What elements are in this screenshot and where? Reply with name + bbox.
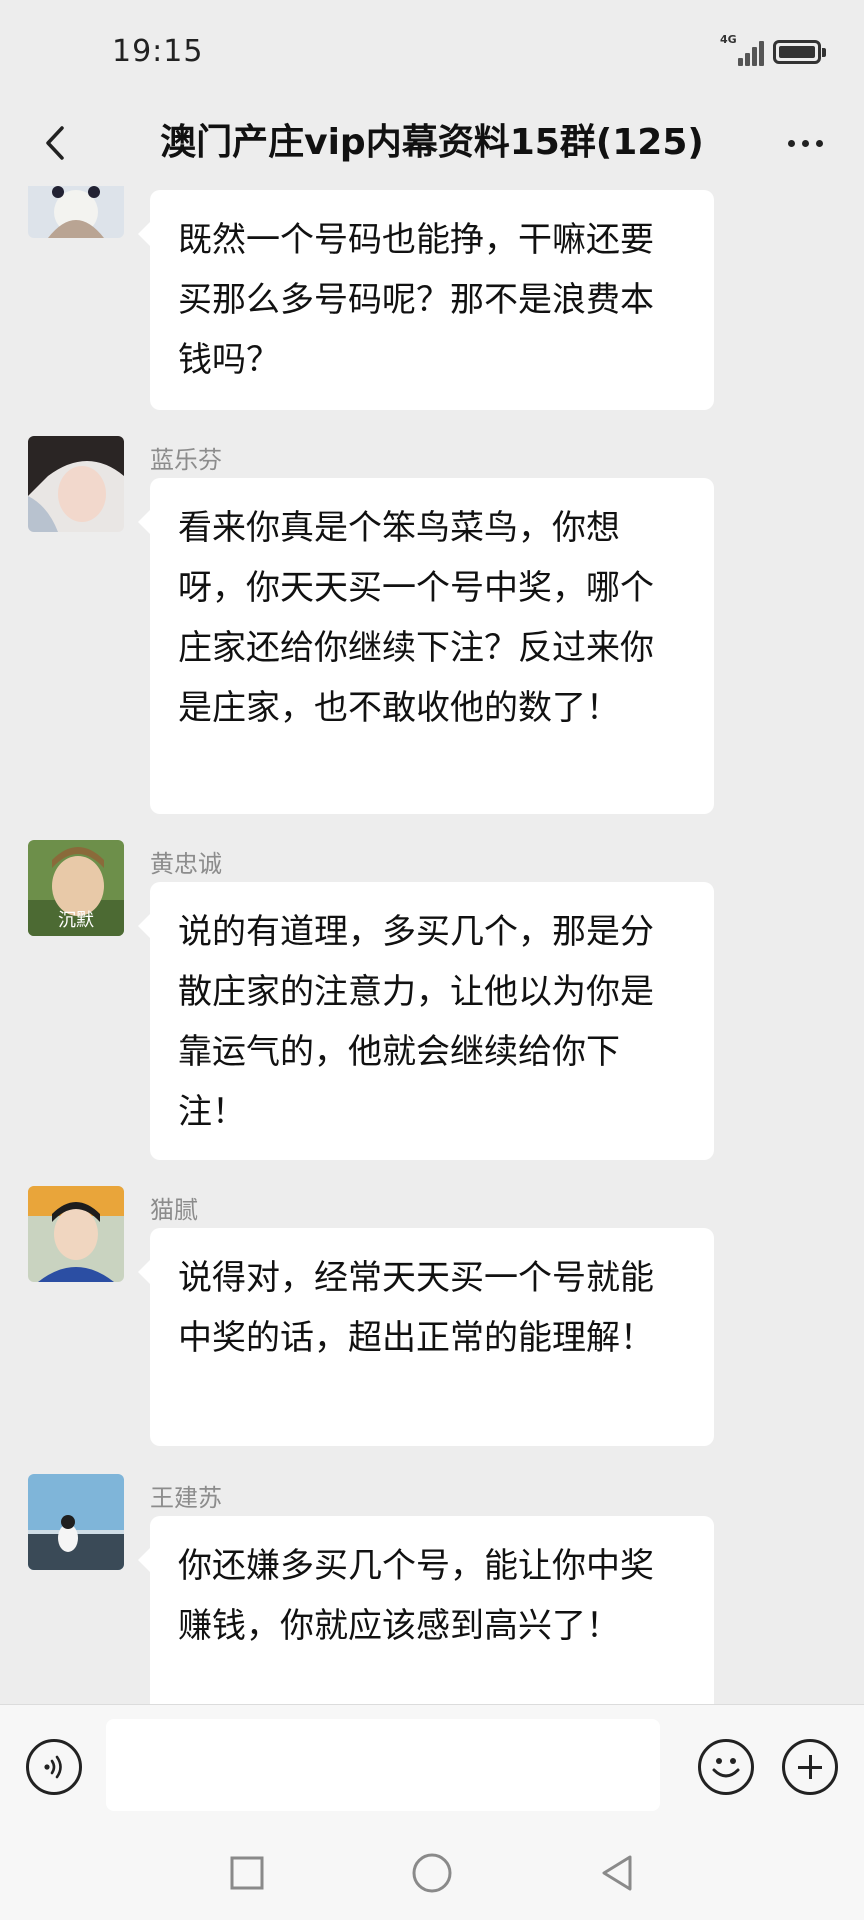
message-bubble[interactable]: 说的有道理，多买几个，那是分散庄家的注意力，让他以为你是靠运气的，他就会继续给你… bbox=[138, 882, 714, 1160]
more-dots-icon bbox=[815, 139, 823, 147]
signal-bar bbox=[759, 41, 764, 66]
sender-name: 猫腻 bbox=[150, 1196, 198, 1224]
message-input[interactable] bbox=[106, 1719, 660, 1811]
message-text: 既然一个号码也能挣，干嘛还要买那么多号码呢？那不是浪费本钱吗？ bbox=[178, 220, 654, 380]
network-type-label: 4G bbox=[720, 33, 737, 46]
message-text: 说得对，经常天天买一个号就能中奖的话，超出正常的能理解！ bbox=[178, 1258, 654, 1358]
more-dots-icon bbox=[801, 139, 809, 147]
more-dots-icon bbox=[787, 139, 795, 147]
voice-button[interactable] bbox=[26, 1739, 82, 1795]
plus-button[interactable] bbox=[782, 1739, 838, 1795]
title-bar: 澳门产庄vip内幕资料15群(125) bbox=[0, 100, 864, 186]
sender-name: 黄忠诚 bbox=[150, 850, 222, 878]
triangle-back-icon bbox=[602, 1855, 632, 1891]
avatar-image bbox=[28, 436, 124, 532]
recents-button[interactable] bbox=[220, 1846, 274, 1900]
input-bar bbox=[0, 1704, 864, 1824]
voice-icon bbox=[44, 1755, 62, 1779]
avatar-image bbox=[28, 1474, 124, 1570]
back-button[interactable] bbox=[26, 114, 84, 172]
avatar[interactable] bbox=[28, 186, 124, 238]
more-button[interactable] bbox=[776, 114, 834, 172]
battery-level bbox=[779, 46, 815, 58]
message-text: 看来你真是个笨鸟菜鸟，你想呀，你天天买一个号中奖，哪个庄家还给你继续下注？反过来… bbox=[178, 508, 654, 728]
status-time: 19:15 bbox=[112, 34, 204, 69]
message-list[interactable]: 既然一个号码也能挣，干嘛还要买那么多号码呢？那不是浪费本钱吗？ 蓝乐芬 看来你真… bbox=[0, 186, 864, 1704]
avatar-image bbox=[28, 1186, 124, 1282]
message-bubble[interactable]: 既然一个号码也能挣，干嘛还要买那么多号码呢？那不是浪费本钱吗？ bbox=[138, 190, 714, 410]
chat-title: 澳门产庄vip内幕资料15群(125) bbox=[160, 122, 704, 163]
message-bubble[interactable]: 说得对，经常天天买一个号就能中奖的话，超出正常的能理解！ bbox=[138, 1228, 714, 1446]
circle-icon bbox=[412, 1853, 452, 1893]
signal-bar bbox=[752, 47, 757, 66]
sender-name: 王建苏 bbox=[150, 1484, 222, 1512]
chat-screen: 19:15 4G 澳门产庄vip内幕资料15群(125) 既然一个号码也能挣，干… bbox=[0, 0, 864, 1920]
message-text: 说的有道理，多买几个，那是分散庄家的注意力，让他以为你是靠运气的，他就会继续给你… bbox=[178, 912, 654, 1132]
chevron-left-icon bbox=[46, 126, 64, 160]
message-text: 你还嫌多买几个号，能让你中奖赚钱，你就应该感到高兴了！ bbox=[178, 1546, 654, 1646]
avatar[interactable] bbox=[28, 1186, 124, 1282]
avatar[interactable]: 沉默 bbox=[28, 840, 124, 936]
status-bar: 19:15 4G bbox=[0, 0, 864, 100]
system-nav-bar bbox=[0, 1824, 864, 1920]
emoji-button[interactable] bbox=[698, 1739, 754, 1795]
avatar-image bbox=[28, 186, 124, 238]
home-button[interactable] bbox=[405, 1846, 459, 1900]
avatar-caption: 沉默 bbox=[58, 910, 94, 931]
signal-bar bbox=[738, 58, 743, 66]
signal-bar bbox=[745, 53, 750, 66]
signal-icon: 4G bbox=[720, 33, 766, 66]
avatar[interactable] bbox=[28, 1474, 124, 1570]
sender-name: 蓝乐芬 bbox=[150, 446, 222, 474]
avatar-image: 沉默 bbox=[28, 840, 124, 936]
avatar[interactable] bbox=[28, 436, 124, 532]
battery-icon bbox=[773, 40, 826, 64]
back-nav-button[interactable] bbox=[590, 1846, 644, 1900]
square-icon bbox=[230, 1856, 264, 1890]
message-bubble[interactable]: 看来你真是个笨鸟菜鸟，你想呀，你天天买一个号中奖，哪个庄家还给你继续下注？反过来… bbox=[138, 478, 714, 814]
message-bubble[interactable]: 你还嫌多买几个号，能让你中奖赚钱，你就应该感到高兴了！ bbox=[138, 1516, 714, 1704]
emoji-icon bbox=[712, 1758, 740, 1778]
